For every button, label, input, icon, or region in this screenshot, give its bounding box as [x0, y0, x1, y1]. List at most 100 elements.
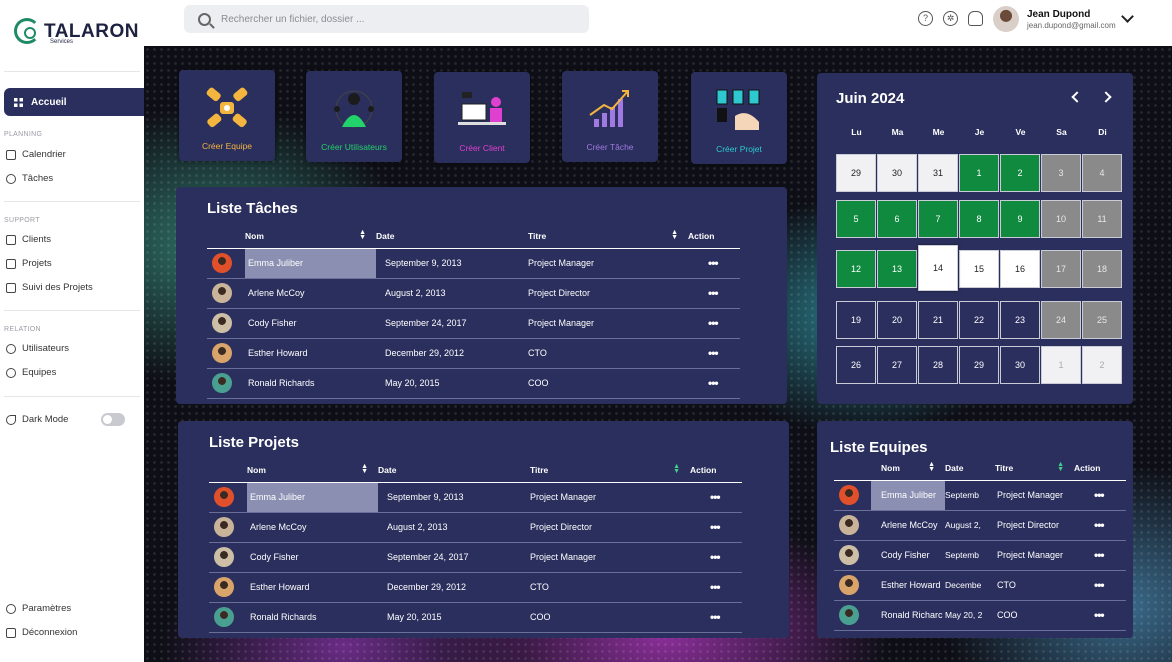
- calendar-day[interactable]: 6: [877, 200, 917, 238]
- table-row[interactable]: Arlene McCoy August 2, 2013 Project Direct…: [209, 512, 742, 543]
- calendar-day[interactable]: 1: [959, 154, 999, 192]
- calendar-day[interactable]: 21: [918, 301, 958, 339]
- calendar-day[interactable]: 13: [877, 250, 917, 288]
- calendar-day[interactable]: 28: [918, 346, 958, 384]
- more-icon[interactable]: •••: [708, 316, 719, 330]
- calendar-day[interactable]: 9: [1000, 200, 1040, 238]
- more-icon[interactable]: •••: [1094, 608, 1105, 622]
- more-icon[interactable]: •••: [710, 520, 721, 534]
- column-header-titre[interactable]: Titre ▲ ▼: [528, 224, 688, 249]
- calendar-day[interactable]: 4: [1082, 154, 1122, 192]
- sort-icon[interactable]: ▲ ▼: [359, 229, 366, 241]
- row-action-button[interactable]: •••: [688, 338, 740, 369]
- calendar-day[interactable]: 27: [877, 346, 917, 384]
- calendar-day[interactable]: 26: [836, 346, 876, 384]
- more-icon[interactable]: •••: [710, 490, 721, 504]
- calendar-day[interactable]: 7: [918, 200, 958, 238]
- row-action-button[interactable]: •••: [688, 278, 740, 309]
- more-icon[interactable]: •••: [708, 346, 719, 360]
- column-header-nom[interactable]: Nom ▲ ▼: [245, 224, 376, 249]
- more-icon[interactable]: •••: [1094, 548, 1105, 562]
- column-header-date[interactable]: Date: [378, 458, 530, 483]
- sidebar-item-suivi-projets[interactable]: Suivi des Projets: [6, 282, 93, 293]
- help-icon[interactable]: ?: [918, 11, 933, 26]
- user-avatar[interactable]: [993, 6, 1019, 32]
- sort-icon[interactable]: ▲ ▼: [1057, 461, 1064, 473]
- calendar-day[interactable]: 17: [1041, 250, 1081, 288]
- row-action-button[interactable]: •••: [690, 572, 742, 603]
- column-header-date[interactable]: Date: [376, 224, 528, 249]
- table-row[interactable]: Arlene McCoy August 2, 2013 Project Direct…: [207, 278, 740, 309]
- sidebar-item-equipes[interactable]: Equipes: [6, 367, 56, 378]
- sidebar-item-deconnexion[interactable]: Déconnexion: [6, 627, 77, 638]
- chevron-down-icon[interactable]: [1121, 10, 1134, 23]
- table-row[interactable]: Ronald Richarc May 20, 2 COO •••: [834, 600, 1126, 631]
- calendar-day[interactable]: 2: [1082, 346, 1122, 384]
- sidebar-item-clients[interactable]: Clients: [6, 234, 51, 245]
- calendar-day[interactable]: 5: [836, 200, 876, 238]
- calendar-day[interactable]: 3: [1041, 154, 1081, 192]
- calendar-day[interactable]: 29: [959, 346, 999, 384]
- sidebar-item-taches[interactable]: Tâches: [6, 173, 53, 184]
- table-row[interactable]: Cody Fisher September 24, 2017 Project Man…: [207, 308, 740, 339]
- table-row[interactable]: Emma Juliber September 9, 2013 Project Man…: [209, 482, 742, 513]
- more-icon[interactable]: •••: [710, 580, 721, 594]
- sort-icon[interactable]: ▲ ▼: [673, 463, 680, 475]
- sort-icon[interactable]: ▲ ▼: [361, 463, 368, 475]
- calendar-day[interactable]: 20: [877, 301, 917, 339]
- create-task-card[interactable]: Créer Tâche: [562, 71, 658, 162]
- sidebar-item-accueil[interactable]: Accueil: [4, 88, 144, 116]
- calendar-day[interactable]: 18: [1082, 250, 1122, 288]
- row-action-button[interactable]: •••: [690, 512, 742, 543]
- table-row[interactable]: Esther Howard December 29, 2012 CTO •••: [207, 338, 740, 369]
- more-icon[interactable]: •••: [708, 256, 719, 270]
- calendar-day[interactable]: 30: [877, 154, 917, 192]
- column-header-titre[interactable]: Titre ▲ ▼: [530, 458, 690, 483]
- row-action-button[interactable]: •••: [690, 542, 742, 573]
- search-bar[interactable]: Rechercher un fichier, dossier ...: [184, 5, 589, 33]
- row-action-button[interactable]: •••: [1074, 540, 1126, 571]
- more-icon[interactable]: •••: [710, 610, 721, 624]
- calendar-day[interactable]: 24: [1041, 301, 1081, 339]
- calendar-day[interactable]: 31: [918, 154, 958, 192]
- calendar-day[interactable]: 8: [959, 200, 999, 238]
- row-action-button[interactable]: •••: [688, 248, 740, 279]
- sidebar-item-parametres[interactable]: Paramètres: [6, 603, 71, 614]
- calendar-day[interactable]: 11: [1082, 200, 1122, 238]
- calendar-day[interactable]: 2: [1000, 154, 1040, 192]
- calendar-day[interactable]: 16: [1000, 250, 1040, 288]
- create-users-card[interactable]: Créer Utilisateurs: [306, 71, 402, 162]
- sort-icon[interactable]: ▲ ▼: [928, 461, 935, 473]
- row-action-button[interactable]: •••: [1074, 570, 1126, 601]
- dark-mode-toggle[interactable]: [101, 413, 125, 426]
- sort-icon[interactable]: ▲ ▼: [671, 229, 678, 241]
- table-row[interactable]: Ronald Richards May 20, 2015 COO •••: [209, 602, 742, 633]
- sidebar-item-calendrier[interactable]: Calendrier: [6, 149, 66, 160]
- row-action-button[interactable]: •••: [688, 308, 740, 339]
- sidebar-item-utilisateurs[interactable]: Utilisateurs: [6, 343, 69, 354]
- calendar-day[interactable]: 30: [1000, 346, 1040, 384]
- column-header-titre[interactable]: Titre ▲ ▼: [995, 456, 1074, 481]
- calendar-day[interactable]: 12: [836, 250, 876, 288]
- row-action-button[interactable]: •••: [1074, 510, 1126, 541]
- calendar-day[interactable]: 22: [959, 301, 999, 339]
- calendar-day[interactable]: 19: [836, 301, 876, 339]
- column-header-nom[interactable]: Nom ▲ ▼: [247, 458, 378, 483]
- more-icon[interactable]: •••: [1094, 488, 1105, 502]
- column-header-nom[interactable]: Nom ▲ ▼: [871, 456, 945, 481]
- row-action-button[interactable]: •••: [690, 482, 742, 513]
- column-header-date[interactable]: Date: [945, 456, 995, 481]
- row-action-button[interactable]: •••: [688, 368, 740, 399]
- row-action-button[interactable]: •••: [690, 602, 742, 633]
- sidebar-item-projets[interactable]: Projets: [6, 258, 52, 269]
- create-team-card[interactable]: Créer Equipe: [179, 70, 275, 161]
- create-project-card[interactable]: Créer Projet: [691, 72, 787, 164]
- calendar-day-today[interactable]: 14: [918, 245, 958, 291]
- table-row[interactable]: Emma Juliber September 9, 2013 Project Man…: [207, 248, 740, 279]
- table-row[interactable]: Cody Fisher Septemb Project Manager •••: [834, 540, 1126, 571]
- table-row[interactable]: Cody Fisher September 24, 2017 Project Man…: [209, 542, 742, 573]
- calendar-day[interactable]: 15: [959, 250, 999, 288]
- row-action-button[interactable]: •••: [1074, 480, 1126, 511]
- calendar-day[interactable]: 10: [1041, 200, 1081, 238]
- calendar-day[interactable]: 1: [1041, 346, 1081, 384]
